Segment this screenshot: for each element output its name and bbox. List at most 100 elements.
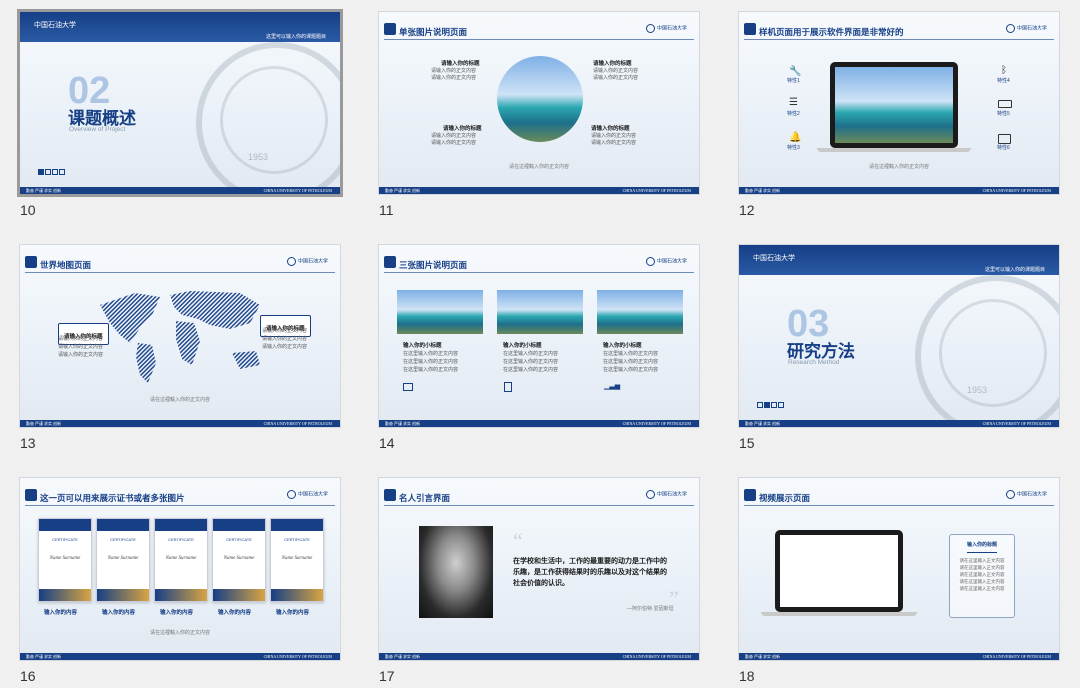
slide-14-footer: 勤奋 严谨 求实 创新 CHINA UNIVERSITY OF PETROLEUM — [379, 420, 699, 427]
slide-13-left-line-2: 请输入你的正文内容 — [58, 344, 104, 350]
slide-17-portrait-photo — [419, 526, 493, 618]
slide-13-world-map — [100, 291, 260, 383]
slide-11-header-icon — [384, 23, 396, 35]
slide-11-line-bl-2: 请输入你的正文内容 — [431, 140, 477, 146]
slide-18-header-line — [744, 505, 1054, 506]
slide-12-laptop-base — [817, 148, 971, 152]
open-quote-icon: “ — [513, 528, 523, 553]
slide-14-canvas: 三张图片说明页面 中国石油大学 输入你的小标题 在这里输入你的正文内容 在这里输… — [379, 245, 699, 427]
slide-11-line-bl-1: 请输入你的正文内容 — [431, 133, 477, 139]
slide-10-footer-right: CHINA UNIVERSITY OF PETROLEUM — [263, 188, 332, 193]
slide-10-footer: 勤奋 严谨 求实 创新 CHINA UNIVERSITY OF PETROLEUM — [20, 187, 340, 194]
slide-18-box-line-2: 请在这里输入正文内容 — [959, 565, 1005, 570]
slide-16-title: 这一页可以用来展示证书或者多张图片 — [40, 493, 185, 503]
slide-14-title: 三张图片说明页面 — [399, 260, 468, 270]
slide-12-header-icon — [744, 23, 756, 35]
slide-13-left-line-3: 请输入你的正文内容 — [58, 352, 104, 358]
slide-18-footer-right: CHINA UNIVERSITY OF PETROLEUM — [982, 654, 1051, 659]
slide-14-col2-line-1: 在这里输入你的正文内容 — [503, 351, 559, 357]
sliders-icon: ☰ — [789, 97, 798, 108]
slide-11-line-tr-1: 请输入你的正文内容 — [593, 68, 639, 74]
slide-14-footer-left: 勤奋 严谨 求实 创新 — [385, 421, 420, 426]
slide-14-footer-right: CHINA UNIVERSITY OF PETROLEUM — [622, 421, 691, 426]
slide-14-photo-2 — [497, 290, 583, 334]
slide-11-block-title-bl: 请输入你的标题 — [443, 126, 482, 132]
slide-12-feature-2: 特性2 — [787, 111, 800, 117]
slide-12-title: 样机页面用于展示软件界面是非常好的 — [759, 27, 904, 37]
slide-14-logo: 中国石油大学 — [645, 257, 687, 266]
slide-11-block-title-br: 请输入你的标题 — [591, 126, 630, 132]
slide-14-col2-line-3: 在这里输入你的正文内容 — [503, 367, 559, 373]
slide-17-header-icon — [384, 489, 396, 501]
document-icon — [504, 382, 512, 392]
slide-17-quote: 在学校和生活中，工作的最重要的动力是工作中的乐趣，是工作获得结果时的乐趣以及对这… — [513, 558, 667, 587]
slide-16-input-5: 输入你的内容 — [276, 610, 310, 616]
video-camera-icon — [998, 134, 1011, 144]
slide-16-cert-5-label: CERTIFICATE — [284, 537, 310, 542]
slide-11-circle-photo — [497, 56, 583, 142]
slide-12-canvas: 样机页面用于展示软件界面是非常好的 中国石油大学 🔧 特性1 ☰ 特性2 🔔 特… — [739, 12, 1059, 194]
slide-11-line-tl-1: 请输入你的正文内容 — [431, 68, 477, 74]
slide-11-canvas: 单张图片说明页面 中国石油大学 请输入你的标题 请输入你的正文内容 请输入你的正… — [379, 12, 699, 194]
slide-14-col3-line-3: 在这里输入你的正文内容 — [603, 367, 659, 373]
bell-icon: 🔔 — [789, 132, 802, 143]
slide-11-block-title-tl: 请输入你的标题 — [441, 61, 480, 67]
slide-12-feature-3: 特性3 — [787, 145, 800, 151]
slide-16-cert-2-label: CERTIFICATE — [110, 537, 136, 542]
slide-13-logo: 中国石油大学 — [286, 257, 328, 266]
slide-18-title: 视频展示页面 — [759, 493, 811, 503]
slide-18-number: 18 — [739, 668, 755, 684]
slide-12-number: 12 — [739, 202, 755, 218]
slide-18-box-line-5: 请在这里输入正文内容 — [959, 586, 1005, 591]
slide-11-logo: 中国石油大学 — [645, 24, 687, 33]
slide-16-cert-1-name: Name Surname — [49, 556, 81, 561]
slide-16-cert-1-label: CERTIFICATE — [52, 537, 78, 542]
slide-11-title: 单张图片说明页面 — [399, 27, 468, 37]
slide-13-header-line — [25, 272, 335, 273]
slide-13-footer: 勤奋 严谨 求实 创新 CHINA UNIVERSITY OF PETROLEUM — [20, 420, 340, 427]
slide-11-line-br-2: 请输入你的正文内容 — [591, 140, 637, 146]
slide-18-box-line-4: 请在这里输入正文内容 — [959, 579, 1005, 584]
slide-12-feature-1: 特性1 — [787, 78, 800, 84]
slide-16-header-line — [25, 505, 335, 506]
slide-18-footer: 勤奋 严谨 求实 创新 CHINA UNIVERSITY OF PETROLEUM — [739, 653, 1059, 660]
slide-14-col3-line-2: 在这里输入你的正文内容 — [603, 359, 659, 365]
slide-10-footer-left: 勤奋 严谨 求实 创新 — [26, 188, 61, 193]
slide-16-number: 16 — [20, 668, 36, 684]
slide-10-seal-year: 1953 — [248, 152, 269, 162]
slide-16-caption: 请在這裡輸入你的正文内容 — [150, 630, 211, 636]
slide-17-number: 17 — [379, 668, 395, 684]
slide-14-col1-line-1: 在这里输入你的正文内容 — [403, 351, 459, 357]
slide-17-header-line — [384, 505, 694, 506]
slide-16-input-2: 输入你的内容 — [102, 610, 136, 616]
slide-18-footer-left: 勤奋 严谨 求实 创新 — [745, 654, 780, 659]
slide-16-certificate-1: CERTIFICATE Name Surname — [38, 518, 92, 602]
slide-14-header-icon — [384, 256, 396, 268]
slide-11-caption: 请在這裡輸入你的正文内容 — [509, 164, 570, 170]
slide-10-progress-dots — [38, 162, 66, 180]
slide-16-cert-4-name: Name Surname — [223, 556, 255, 561]
slide-18-text-box: 输入你的标题 请在这里输入正文内容 请在这里输入正文内容 请在这里输入正文内容 … — [949, 534, 1015, 618]
slide-15-footer: 勤奋 严谨 求实 创新 CHINA UNIVERSITY OF PETROLEUM — [739, 420, 1059, 427]
slide-17-footer-right: CHINA UNIVERSITY OF PETROLEUM — [622, 654, 691, 659]
slide-12-footer-right: CHINA UNIVERSITY OF PETROLEUM — [982, 188, 1051, 193]
slide-11-number: 11 — [379, 202, 394, 218]
slide-17-logo: 中国石油大学 — [645, 490, 687, 499]
slide-18-canvas: 视频展示页面 中国石油大学 输入你的标题 请在这里输入正文内容 请在这里输入正文… — [739, 478, 1059, 660]
slide-18-video-area[interactable] — [780, 535, 898, 607]
slide-18-laptop-base — [761, 612, 917, 616]
slide-12-footer-left: 勤奋 严谨 求实 创新 — [745, 188, 780, 193]
slide-16-cert-3-name: Name Surname — [165, 556, 197, 561]
slide-14-subtitle-3: 输入你的小标题 — [603, 343, 642, 349]
slide-13-right-line-2: 请输入你的正文内容 — [262, 336, 308, 342]
slide-15-logo: 中国石油大学 — [753, 254, 795, 262]
slide-13-footer-right: CHINA UNIVERSITY OF PETROLEUM — [263, 421, 332, 426]
slide-17-author: —阿尔伯特·爱因斯坦 — [627, 606, 674, 612]
slide-10-logo: 中国石油大学 — [34, 21, 76, 29]
slide-16-header-icon — [25, 489, 37, 501]
slide-18-laptop-screen — [775, 530, 903, 612]
slide-16-cert-4-label: CERTIFICATE — [226, 537, 252, 542]
slide-12-laptop-screen — [830, 62, 958, 148]
slide-10-university-seal — [196, 42, 340, 194]
slide-16-cert-5-name: Name Surname — [281, 556, 313, 561]
